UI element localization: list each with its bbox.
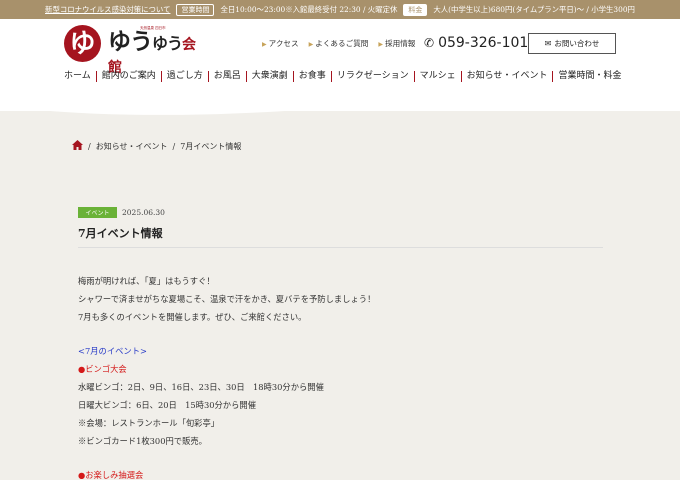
gnav-item-dining[interactable]: お食事 <box>292 71 331 82</box>
logo-subtitle: 天然温泉 四日市 <box>140 26 166 30</box>
title-divider <box>78 247 603 248</box>
event-title-bingo: ●ビンゴ大会 <box>78 364 127 374</box>
triangle-icon: ▶ <box>262 41 267 48</box>
section-heading: <7月のイベント> <box>78 346 147 356</box>
event-detail-line: 水曜ビンゴ：2日、9日、16日、23日、30日 18時30分から開催 <box>78 382 324 392</box>
header-wave <box>0 96 680 115</box>
logo-text: ゆうゆう会館 <box>108 30 197 76</box>
access-link[interactable]: ▶ アクセス <box>262 38 299 49</box>
intro-line: シャワーで済ませがちな夏場こそ、温泉で汗をかき、夏バテを予防しましょう！ <box>78 294 376 304</box>
phone-number[interactable]: ✆ 059-326-1010 <box>424 35 537 51</box>
hours-text: 全日10:00〜23:00※入館最終受付 22:30 / 火曜定休 <box>220 5 398 14</box>
logo-text-large: ゆう <box>108 28 153 55</box>
utility-nav: ▶ アクセス ▶ よくあるご質問 ▶ 採用情報 <box>262 38 415 49</box>
mail-icon: ✉ <box>544 39 552 48</box>
article-title: 7月イベント情報 <box>78 227 163 240</box>
gnav-item-bath[interactable]: お風呂 <box>207 71 246 82</box>
global-nav: ホーム 館内のご案内 過ごし方 お風呂 大衆演劇 お食事 リラクゼーション マル… <box>64 71 627 82</box>
gnav-item-home[interactable]: ホーム <box>64 71 96 82</box>
recruit-link[interactable]: ▶ 採用情報 <box>378 38 415 49</box>
breadcrumb-item-news[interactable]: お知らせ・イベント <box>96 141 168 152</box>
event-detail-line: 日曜大ビンゴ：6日、20日 15時30分から開催 <box>78 400 256 410</box>
logo-text-small: ゆう <box>152 34 183 53</box>
category-badge[interactable]: イベント <box>78 207 117 218</box>
event-detail-line: ※ビンゴカード1枚300円で販売。 <box>78 436 207 446</box>
phone-icon: ✆ <box>424 36 435 50</box>
article-body: 梅雨が明ければ、「夏」はもうすぐ！ シャワーで済ませがちな夏場こそ、温泉で汗をか… <box>78 272 603 480</box>
breadcrumb-separator: / <box>172 142 176 151</box>
gnav-item-howto[interactable]: 過ごし方 <box>160 71 208 82</box>
faq-link[interactable]: ▶ よくあるご質問 <box>309 38 369 49</box>
post-date: 2025.06.30 <box>122 208 165 217</box>
gnav-item-relaxation[interactable]: リラクゼーション <box>330 71 414 82</box>
gnav-item-news[interactable]: お知らせ・イベント <box>460 71 553 82</box>
contact-button-label: お問い合わせ <box>554 39 600 48</box>
intro-line: 梅雨が明ければ、「夏」はもうすぐ！ <box>78 276 215 286</box>
gnav-item-marche[interactable]: マルシェ <box>413 71 461 82</box>
breadcrumb: / お知らせ・イベント / 7月イベント情報 <box>72 140 241 153</box>
site-logo[interactable]: ゆ ゆうゆう会館 天然温泉 四日市 <box>64 25 197 75</box>
triangle-icon: ▶ <box>378 41 384 48</box>
hours-tag: 営業時間 <box>176 3 215 16</box>
breadcrumb-separator: / <box>88 142 91 151</box>
gnav-item-facility[interactable]: 館内のご案内 <box>95 71 161 82</box>
top-info-bar: 新型コロナウイルス感染対策について 営業時間 全日10:00〜23:00※入館最… <box>0 0 680 19</box>
fee-tag: 料金 <box>403 3 428 16</box>
event-detail-line: ※会場：レストランホール「旬彩亭」 <box>78 418 220 428</box>
home-icon[interactable] <box>72 140 83 153</box>
contact-button[interactable]: ✉ お問い合わせ <box>528 33 616 54</box>
triangle-icon: ▶ <box>308 41 314 48</box>
fee-text: 大人(中学生以上)680円(タイムプラン平日)〜 / 小学生300円 <box>433 5 635 14</box>
gnav-item-hours[interactable]: 営業時間・料金 <box>552 71 626 82</box>
gnav-item-theater[interactable]: 大衆演劇 <box>245 71 293 82</box>
intro-line: 7月も多くのイベントを開催します。ぜひ、ご来館ください。 <box>78 312 307 322</box>
phone-number-text: 059-326-1010 <box>438 35 538 51</box>
event-title-lottery: ●お楽しみ抽選会 <box>78 470 144 480</box>
covid-notice-link[interactable]: 新型コロナウイルス感染対策について <box>45 4 170 15</box>
breadcrumb-item-current: 7月イベント情報 <box>180 142 242 151</box>
logo-mark: ゆ <box>64 25 101 62</box>
